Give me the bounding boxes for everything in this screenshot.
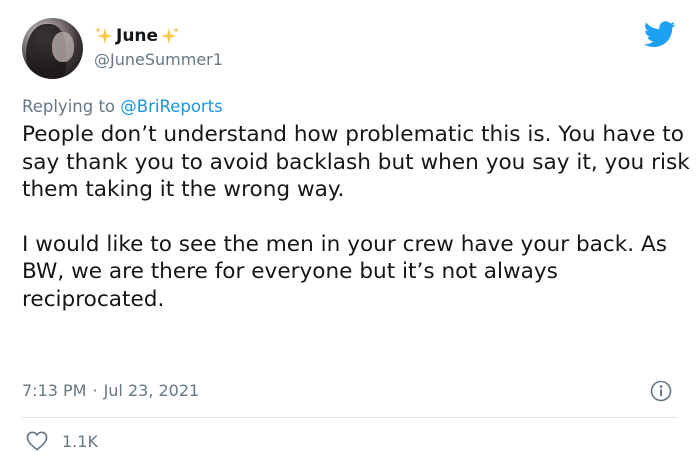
tweet-timestamp[interactable]: 7:13 PM · Jul 23, 2021 [22, 381, 199, 400]
tweet-time: 7:13 PM [22, 381, 87, 400]
heart-icon [26, 431, 48, 451]
tweet-date: Jul 23, 2021 [103, 381, 200, 400]
tweet-paragraph: People don’t understand how problematic … [22, 122, 690, 203]
like-button[interactable]: 1.1K [26, 431, 98, 451]
avatar[interactable] [22, 18, 83, 79]
tweet-text: People don’t understand how problematic … [22, 121, 690, 314]
author-display-name: June [116, 26, 159, 46]
replying-prefix: Replying to [22, 97, 116, 116]
timestamp-separator: · [92, 381, 98, 400]
divider [22, 417, 678, 418]
tweet-paragraph: I would like to see the men in your crew… [22, 231, 668, 312]
tweet-card: June @JuneSummer1 Replying to @BriReport… [0, 0, 700, 472]
author-handle[interactable]: @JuneSummer1 [94, 50, 223, 69]
twitter-bird-icon[interactable] [644, 21, 676, 48]
author-name[interactable]: June [94, 24, 180, 48]
like-count: 1.1K [62, 431, 98, 451]
sparkles-icon [161, 27, 180, 44]
replying-to: Replying to @BriReports [22, 97, 223, 116]
reply-mention-link[interactable]: @BriReports [120, 97, 222, 116]
info-icon[interactable] [650, 380, 672, 402]
avatar-face [52, 32, 74, 62]
sparkles-icon [95, 27, 113, 44]
